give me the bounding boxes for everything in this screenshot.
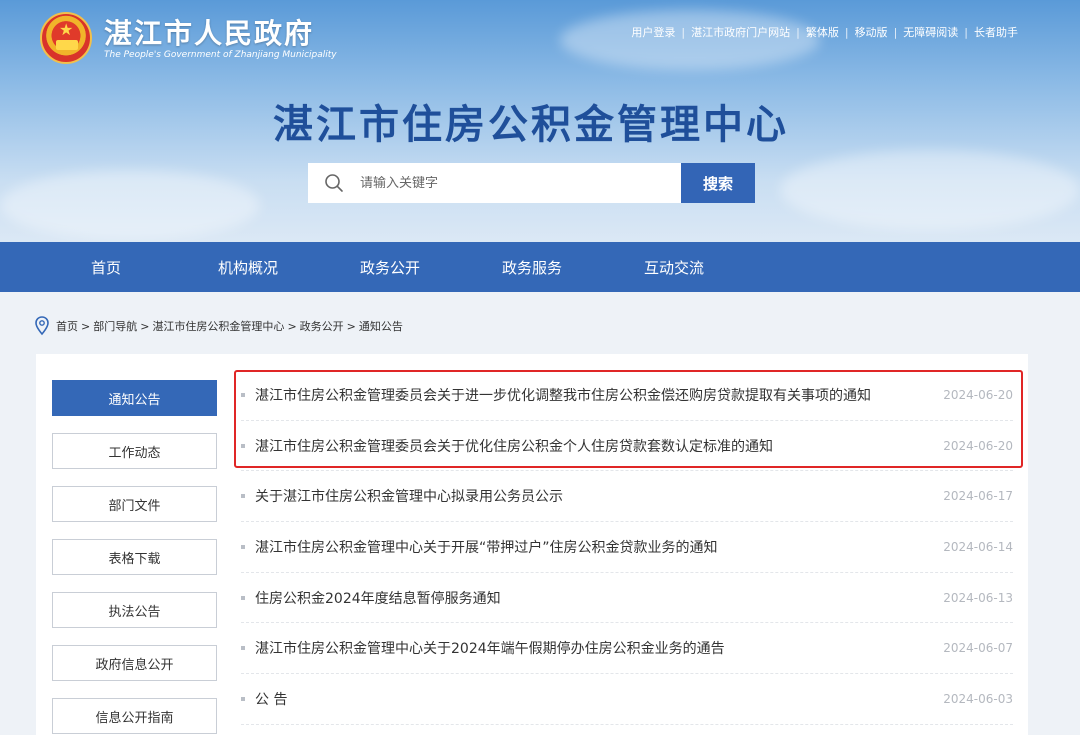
article-title[interactable]: 公 告 [255, 689, 933, 709]
bullet-icon [241, 696, 245, 701]
bullet-icon [241, 494, 245, 499]
page-title: 湛江市住房公积金管理中心 [273, 102, 789, 148]
sidebar-item-form-download[interactable]: 表格下载 [52, 539, 217, 575]
article-title[interactable]: 湛江市住房公积金管理中心关于开展“带押过户”住房公积金贷款业务的通知 [255, 537, 933, 557]
search-input[interactable] [360, 175, 660, 191]
search-bar: 搜索 [308, 163, 755, 203]
search-icon [325, 174, 343, 192]
breadcrumb-home[interactable]: 首页 [56, 318, 78, 334]
bullet-icon [241, 392, 245, 397]
list-item[interactable]: 湛江市住房公积金管理委员会关于优化住房公积金个人住房贷款套数认定标准的通知 20… [241, 421, 1013, 472]
article-date: 2024-06-13 [943, 590, 1013, 605]
article-title[interactable]: 湛江市住房公积金管理委员会关于优化住房公积金个人住房贷款套数认定标准的通知 [255, 436, 933, 456]
list-item[interactable]: 关于湛江市住房公积金管理中心拟录用公务员公示 2024-06-17 [241, 471, 1013, 523]
login-link[interactable]: 用户登录 [625, 24, 681, 40]
article-date: 2024-06-17 [943, 489, 1013, 504]
traditional-link[interactable]: 繁体版 [800, 24, 845, 40]
sidebar: 通知公告 工作动态 部门文件 表格下载 执法公告 政府信息公开 信息公开指南 [52, 380, 217, 735]
list-item[interactable]: 住房公积金2024年度结息暂停服务通知 2024-06-13 [241, 573, 1013, 624]
sidebar-item-gov-info[interactable]: 政府信息公开 [52, 645, 217, 681]
main-nav: 首页 机构概况 政务公开 政务服务 互动交流 [0, 242, 1080, 292]
sidebar-item-enforcement[interactable]: 执法公告 [52, 592, 217, 628]
article-date: 2024-06-20 [943, 387, 1013, 402]
list-item[interactable]: 湛江市住房公积金管理委员会关于进一步优化调整我市住房公积金偿还购房贷款提取有关事… [241, 370, 1013, 421]
nav-item-interaction[interactable]: 互动交流 [603, 242, 745, 292]
portal-link[interactable]: 湛江市政府门户网站 [685, 24, 796, 40]
article-date: 2024-06-14 [943, 539, 1013, 554]
sidebar-item-notices[interactable]: 通知公告 [52, 380, 217, 416]
sidebar-item-work-news[interactable]: 工作动态 [52, 433, 217, 469]
list-item[interactable]: 公 告 2024-06-03 [241, 674, 1013, 725]
article-date: 2024-06-07 [943, 641, 1013, 656]
list-item[interactable]: 湛江市住房公积金管理中心关于2024年端午假期停办住房公积金业务的通告 2024… [241, 623, 1013, 675]
nav-item-gov-affairs[interactable]: 政务公开 [319, 242, 461, 292]
breadcrumb-gov-affairs[interactable]: 政务公开 [300, 318, 344, 334]
list-item[interactable]: 湛江市住房公积金管理中心关于开展“带押过户”住房公积金贷款业务的通知 2024-… [241, 522, 1013, 573]
article-title[interactable]: 关于湛江市住房公积金管理中心拟录用公务员公示 [255, 486, 933, 506]
sidebar-item-dept-docs[interactable]: 部门文件 [52, 486, 217, 522]
breadcrumb-notices[interactable]: 通知公告 [359, 318, 403, 334]
top-links: 用户登录 | 湛江市政府门户网站 | 繁体版 | 移动版 | 无障碍阅读 | 长者助手 [625, 24, 1024, 40]
breadcrumb-center[interactable]: 湛江市住房公积金管理中心 [152, 318, 284, 334]
mobile-link[interactable]: 移动版 [849, 24, 894, 40]
site-header: ★ 湛江市人民政府 The People's Government of Zha… [0, 0, 1080, 242]
bullet-icon [241, 544, 245, 549]
sidebar-item-info-guide[interactable]: 信息公开指南 [52, 698, 217, 734]
breadcrumb: 首页 > 部门导航 > 湛江市住房公积金管理中心 > 政务公开 > 通知公告 [34, 316, 403, 336]
bullet-icon [241, 443, 245, 448]
article-title[interactable]: 湛江市住房公积金管理委员会关于进一步优化调整我市住房公积金偿还购房贷款提取有关事… [255, 385, 933, 405]
article-title[interactable]: 湛江市住房公积金管理中心关于2024年端午假期停办住房公积金业务的通告 [255, 638, 933, 658]
bullet-icon [241, 595, 245, 600]
bullet-icon [241, 646, 245, 651]
article-date: 2024-06-03 [943, 691, 1013, 706]
breadcrumb-dept-nav[interactable]: 部门导航 [93, 318, 137, 334]
search-box [308, 163, 681, 203]
site-subtitle: The People's Government of Zhanjiang Mun… [104, 50, 337, 60]
site-name[interactable]: 湛江市人民政府 [104, 12, 314, 52]
nav-item-services[interactable]: 政务服务 [461, 242, 603, 292]
article-list: 湛江市住房公积金管理委员会关于进一步优化调整我市住房公积金偿还购房贷款提取有关事… [241, 370, 1013, 725]
article-title[interactable]: 住房公积金2024年度结息暂停服务通知 [255, 588, 933, 608]
nav-item-home[interactable]: 首页 [35, 242, 177, 292]
search-button[interactable]: 搜索 [681, 163, 755, 203]
location-pin-icon [35, 316, 49, 336]
national-emblem-icon: ★ [40, 12, 92, 64]
article-date: 2024-06-20 [943, 438, 1013, 453]
nav-item-overview[interactable]: 机构概况 [177, 242, 319, 292]
elder-helper-link[interactable]: 长者助手 [968, 24, 1024, 40]
accessibility-link[interactable]: 无障碍阅读 [897, 24, 964, 40]
